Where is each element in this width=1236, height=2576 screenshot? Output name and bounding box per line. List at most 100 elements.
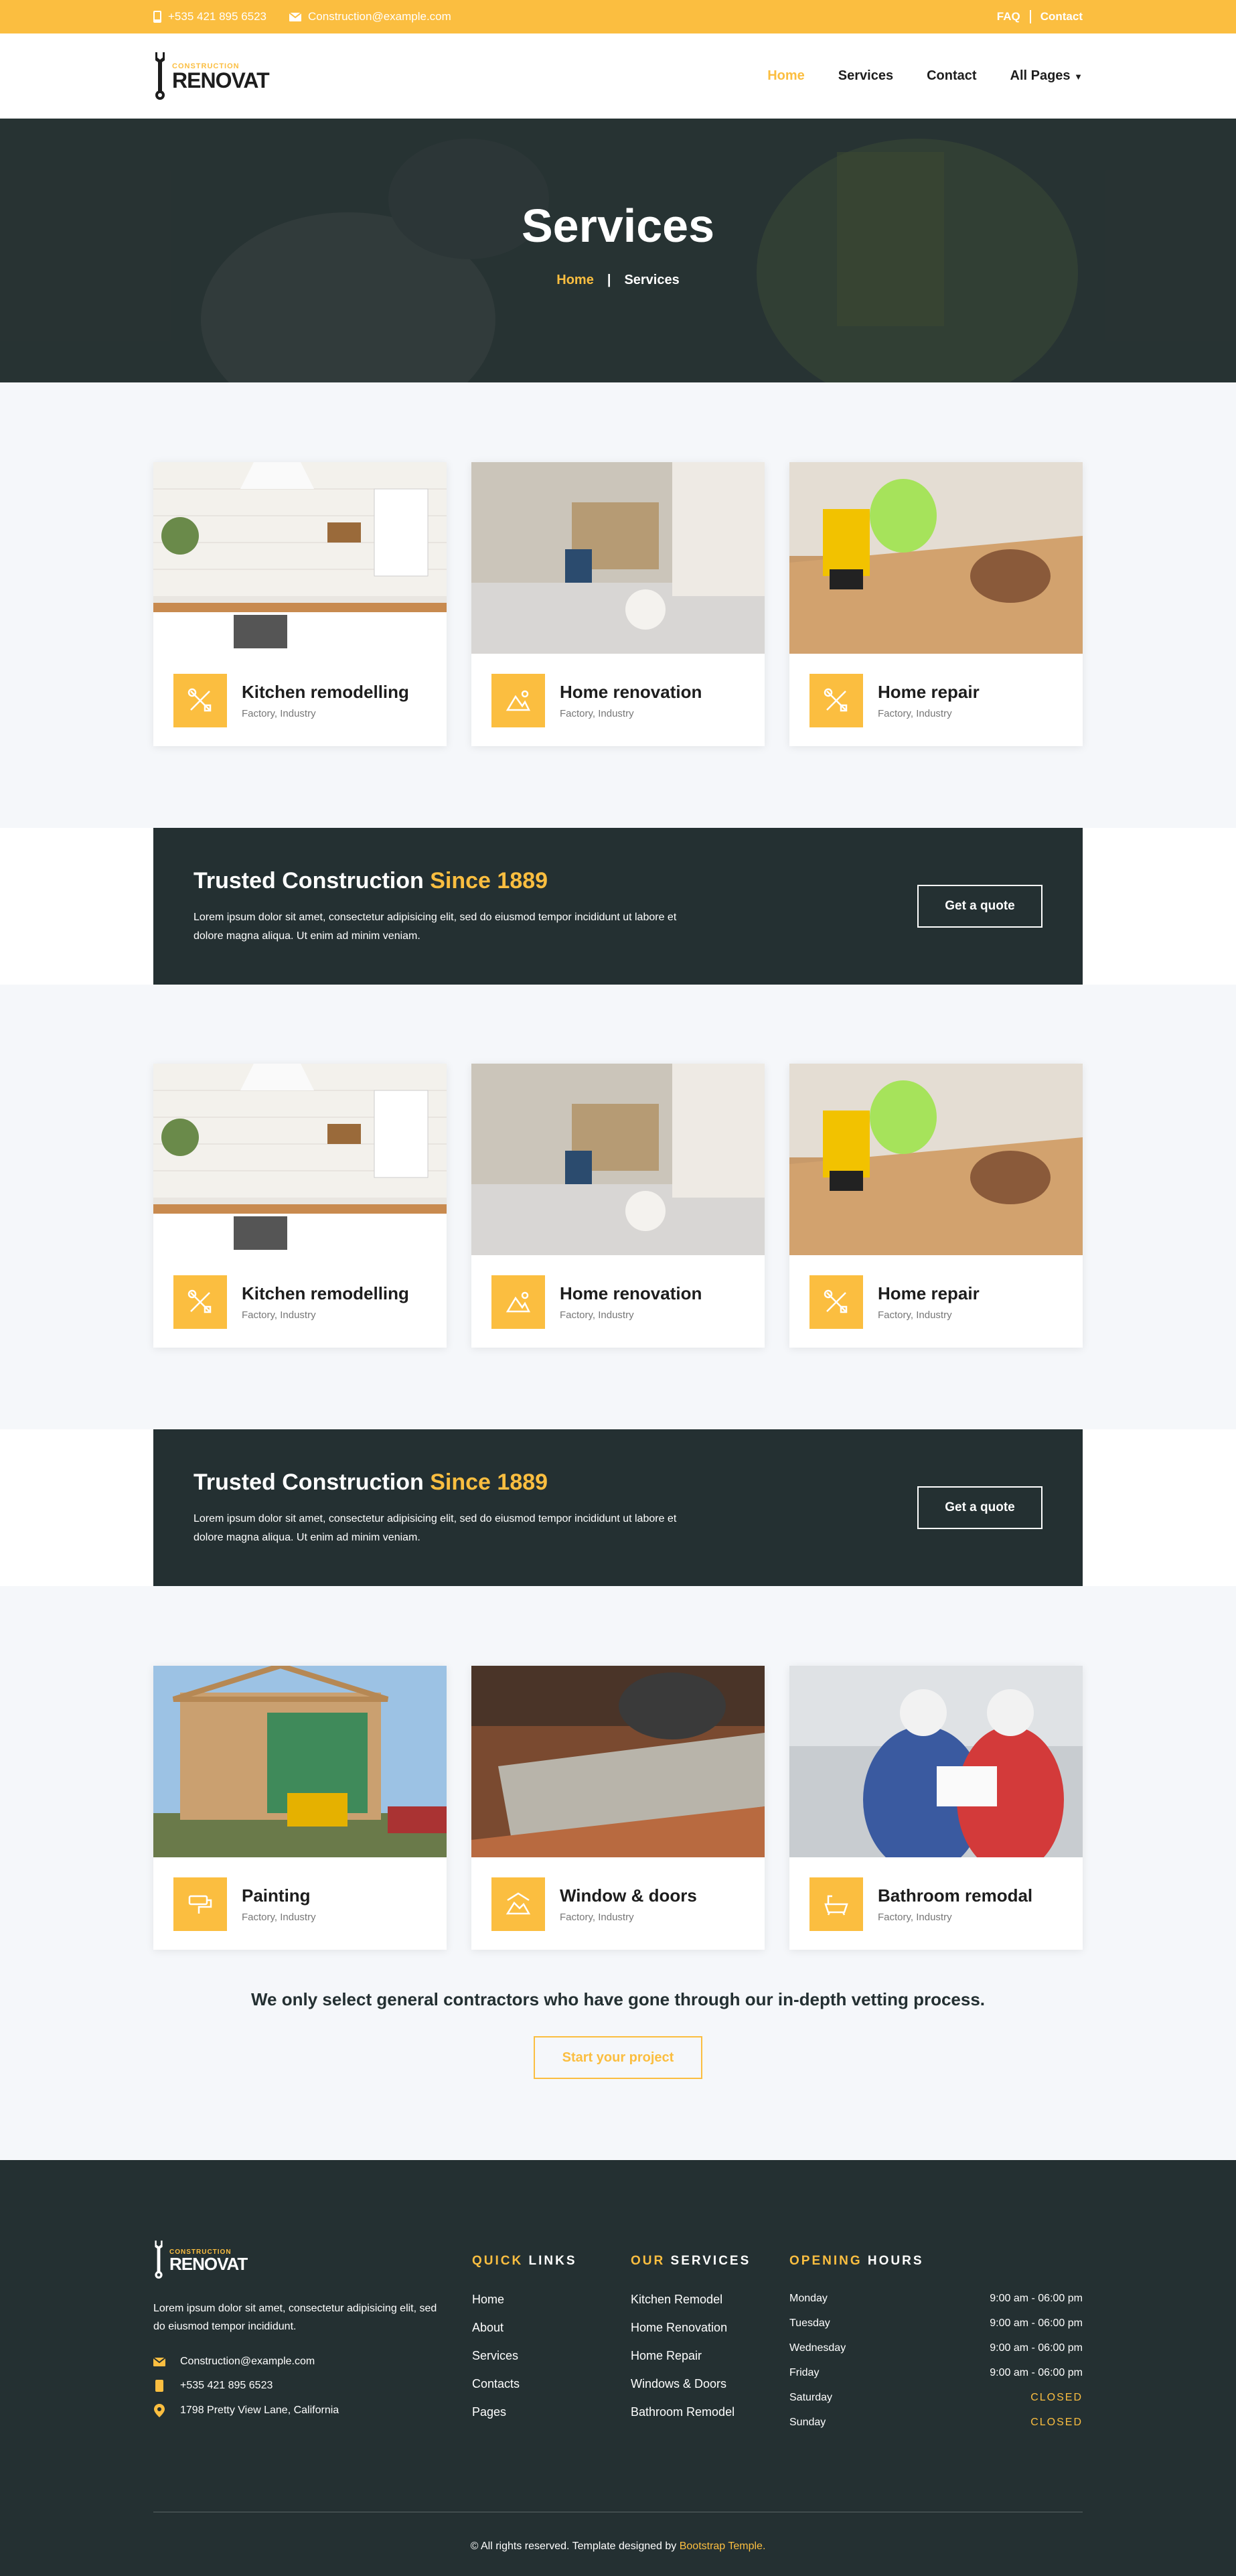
footer-service-kitchen[interactable]: Kitchen Remodel	[631, 2293, 722, 2306]
get-quote-button[interactable]: Get a quote	[917, 1486, 1042, 1529]
cta-title: Trusted Construction Since 1889	[194, 868, 548, 894]
service-card[interactable]: Window & doors Factory, Industry	[471, 1666, 765, 1950]
hours-heading-b: HOURS	[867, 2254, 924, 2268]
hours-row: Monday 9:00 am - 06:00 pm	[789, 2293, 1083, 2305]
kitchen-image	[153, 1064, 447, 1255]
hours-time: 9:00 am - 06:00 pm	[990, 2293, 1083, 2304]
contact-link[interactable]: Contact	[1040, 10, 1083, 23]
nav-all-pages[interactable]: All Pages ▼	[1010, 68, 1083, 84]
cta-box: Trusted Construction Since 1889 Lorem ip…	[153, 828, 1083, 985]
footer-service-bathroom[interactable]: Bathroom Remodel	[631, 2405, 735, 2419]
nav-services[interactable]: Services	[838, 68, 893, 84]
paint-roller-icon	[173, 1877, 227, 1931]
faq-link[interactable]: FAQ	[997, 10, 1020, 23]
nav-menu: Home Services Contact All Pages ▼	[767, 68, 1083, 84]
tools-icon	[173, 1275, 227, 1329]
services-row-1: Kitchen remodelling Factory, Industry Ho…	[153, 462, 1083, 746]
tools-icon	[809, 674, 863, 727]
service-card[interactable]: Painting Factory, Industry	[153, 1666, 447, 1950]
hours-closed: CLOSED	[1030, 2417, 1083, 2428]
start-project-button[interactable]: Start your project	[534, 2036, 702, 2079]
service-card[interactable]: Kitchen remodelling Factory, Industry	[153, 462, 447, 746]
brand-logo[interactable]: CONSTRUCTION RENOVAT	[153, 52, 270, 100]
cta-title-text: Trusted Construction	[194, 1470, 424, 1495]
service-title: Painting	[242, 1885, 311, 1906]
hours-heading-a: OPENING	[789, 2254, 862, 2268]
service-card[interactable]: Home repair Factory, Industry	[789, 462, 1083, 746]
breadcrumb-home[interactable]: Home	[556, 273, 594, 287]
footer-logo[interactable]: CONSTRUCTION RENOVAT	[153, 2240, 448, 2279]
cta-title-highlight: Since 1889	[430, 868, 548, 893]
wrench-icon	[155, 52, 165, 100]
service-tags: Factory, Industry	[242, 1309, 316, 1321]
concrete-image	[471, 1666, 765, 1857]
caret-down-icon: ▼	[1074, 72, 1083, 82]
copyright-text: © All rights reserved. Template designed…	[470, 2541, 677, 2552]
breadcrumb-separator: |	[607, 273, 611, 287]
drill-image	[789, 1064, 1083, 1255]
footer-hours: OPENING HOURS Monday 9:00 am - 06:00 pm T…	[789, 2254, 1083, 2441]
breadcrumb-current: Services	[624, 273, 680, 287]
service-tags: Factory, Industry	[560, 708, 634, 719]
service-card[interactable]: Home renovation Factory, Industry	[471, 462, 765, 746]
location-pin-icon	[154, 2404, 165, 2417]
footer-service-windows[interactable]: Windows & Doors	[631, 2377, 726, 2390]
footer-link-about[interactable]: About	[472, 2321, 504, 2334]
service-card[interactable]: Bathroom remodal Factory, Industry	[789, 1666, 1083, 1950]
service-card[interactable]: Home repair Factory, Industry	[789, 1064, 1083, 1348]
page-title: Services	[521, 200, 715, 252]
footer-about-text: Lorem ipsum dolor sit amet, consectetur …	[153, 2303, 437, 2332]
nav-contact[interactable]: Contact	[927, 68, 976, 84]
service-title: Bathroom remodal	[878, 1885, 1033, 1906]
service-title: Home repair	[878, 1283, 980, 1303]
hours-time: 9:00 am - 06:00 pm	[990, 2367, 1083, 2378]
services-heading-a: OUR	[631, 2254, 666, 2268]
service-tags: Factory, Industry	[560, 1912, 634, 1923]
footer-link-contacts[interactable]: Contacts	[472, 2377, 520, 2390]
footer-email[interactable]: Construction@example.com	[153, 2356, 448, 2368]
phone-icon	[155, 2380, 163, 2392]
hours-day: Wednesday	[789, 2342, 846, 2354]
topbar-phone[interactable]: +535 421 895 6523	[153, 10, 266, 23]
service-tags: Factory, Industry	[242, 1912, 316, 1923]
service-card[interactable]: Home renovation Factory, Industry	[471, 1064, 765, 1348]
footer-link-home[interactable]: Home	[472, 2293, 504, 2306]
cta-text: Lorem ipsum dolor sit amet, consectetur …	[194, 912, 677, 942]
footer-email-text: Construction@example.com	[180, 2356, 315, 2367]
renovation-image	[471, 462, 765, 654]
footer: CONSTRUCTION RENOVAT Lorem ipsum dolor s…	[0, 2160, 1236, 2576]
service-tags: Factory, Industry	[878, 1912, 952, 1923]
footer-service-renovation[interactable]: Home Renovation	[631, 2321, 727, 2334]
footer-quick-links: QUICK LINKS Home About Services Contacts…	[472, 2254, 577, 2433]
bathtub-icon	[809, 1877, 863, 1931]
landscape-icon	[491, 674, 545, 727]
footer-address: 1798 Pretty View Lane, California	[153, 2404, 448, 2417]
cta-band: Trusted Construction Since 1889 Lorem ip…	[0, 1429, 1236, 1586]
envelope-icon	[289, 12, 302, 21]
renovation-image	[471, 1064, 765, 1255]
envelope-icon	[153, 2357, 165, 2366]
cta-title-highlight: Since 1889	[430, 1470, 548, 1495]
drill-image	[789, 462, 1083, 654]
hours-day: Friday	[789, 2367, 820, 2378]
topbar-email[interactable]: Construction@example.com	[289, 10, 451, 23]
cta-title: Trusted Construction Since 1889	[194, 1470, 548, 1496]
bootstrap-temple-link[interactable]: Bootstrap Temple.	[680, 2541, 766, 2552]
footer-service-repair[interactable]: Home Repair	[631, 2349, 702, 2362]
engineers-image	[789, 1666, 1083, 1857]
hours-row: Tuesday 9:00 am - 06:00 pm	[789, 2317, 1083, 2330]
quick-links-heading-a: QUICK	[472, 2254, 524, 2268]
hours-day: Tuesday	[789, 2317, 830, 2329]
footer-contact: Construction@example.com +535 421 895 65…	[153, 2356, 448, 2417]
footer-brand-name: RENOVAT	[169, 2253, 248, 2274]
quick-links-heading: QUICK LINKS	[472, 2254, 577, 2269]
service-title: Window & doors	[560, 1885, 697, 1906]
service-tags: Factory, Industry	[878, 708, 952, 719]
service-card[interactable]: Kitchen remodelling Factory, Industry	[153, 1064, 447, 1348]
footer-phone[interactable]: +535 421 895 6523	[153, 2380, 448, 2392]
footer-link-pages[interactable]: Pages	[472, 2405, 506, 2419]
page-hero: Services Home | Services	[0, 119, 1236, 382]
get-quote-button[interactable]: Get a quote	[917, 885, 1042, 928]
footer-link-services[interactable]: Services	[472, 2349, 518, 2362]
nav-home[interactable]: Home	[767, 68, 805, 84]
